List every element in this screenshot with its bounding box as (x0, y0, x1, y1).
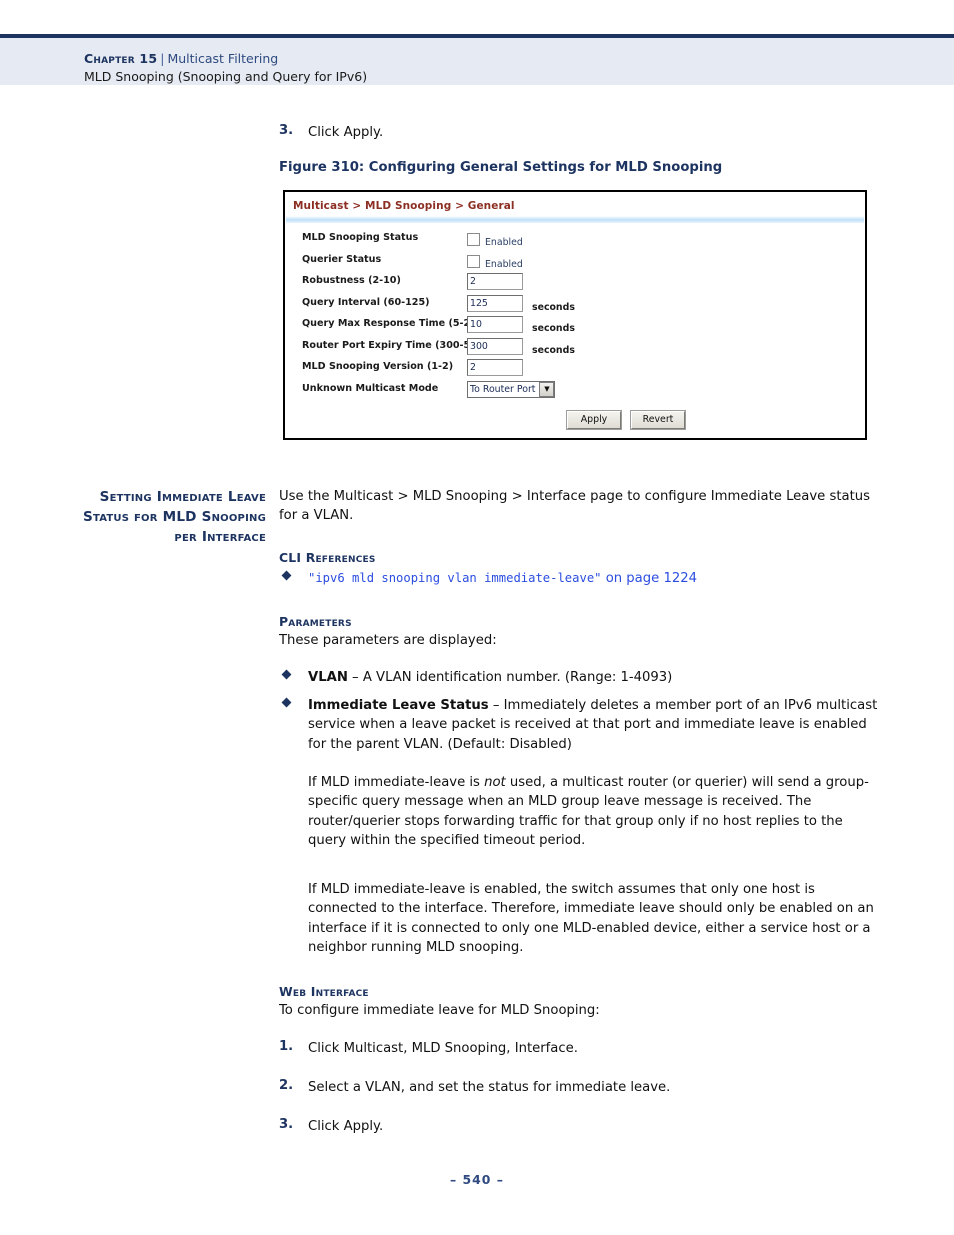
units-label: seconds (532, 301, 575, 313)
section-intro-paragraph: Use the Multicast > MLD Snooping > Inter… (279, 489, 871, 524)
field-control: 2 (467, 273, 523, 292)
panel-header-divider (286, 216, 864, 223)
field-label: Robustness (2-10) (302, 275, 401, 286)
figure-caption: Figure 310: Configuring General Settings… (279, 160, 723, 175)
step-text: Select a VLAN, and set the status for im… (308, 1080, 671, 1095)
field-control: Enabled (467, 230, 523, 249)
parameter-text: VLAN – A VLAN identification number. (Ra… (308, 668, 879, 687)
field-control: 2 (467, 359, 523, 378)
paragraph-enabled: If MLD immediate-leave is enabled, the s… (308, 882, 874, 956)
field-control: 10 seconds (467, 316, 575, 335)
field-label: Query Max Response Time (5-25) (302, 318, 482, 329)
step-number: 3. (279, 1117, 294, 1132)
section-side-heading: Setting Immediate Leave Status for MLD S… (82, 489, 266, 545)
paragraph-not-used: If MLD immediate-leave is not used, a mu… (308, 773, 878, 851)
unknown-multicast-mode-select[interactable]: To Router Port ▼ (467, 380, 556, 398)
step-number: 3. (279, 123, 294, 138)
page-footer: – 540 – (450, 1172, 504, 1187)
form-row: Query Max Response Time (5-25) 10 seconds (285, 316, 865, 338)
top-step-item: 3. Click Apply. (279, 123, 879, 142)
checkbox-label: Enabled (485, 258, 523, 270)
mld-snooping-version-input[interactable]: 2 (467, 359, 523, 376)
router-port-expiry-time-input[interactable]: 300 (467, 337, 523, 355)
diamond-bullet-icon (281, 697, 292, 708)
field-control: Enabled (467, 252, 523, 271)
units-label: seconds (532, 323, 575, 334)
revert-button[interactable]: Revert (630, 410, 686, 430)
web-interface-heading: Web Interface (279, 984, 369, 999)
field-label: Querier Status (302, 253, 382, 265)
field-control: 300 seconds (467, 337, 575, 357)
field-label: Router Port Expiry Time (300-500) (302, 339, 488, 351)
web-step-item-3: 3. Click Apply. (279, 1117, 879, 1136)
form-row: Query Interval (60-125) 125 seconds (285, 294, 865, 317)
cli-reference-link[interactable]: "ipv6 mld snooping vlan immediate-leave" (308, 571, 602, 585)
breadcrumb-separator: | (160, 51, 165, 66)
step-number: 1. (279, 1039, 294, 1054)
field-label: MLD Snooping Version (1-2) (302, 361, 454, 372)
paragraph-part-1: If MLD immediate-leave is (308, 775, 485, 790)
parameter-description: – A VLAN identification number. (Range: … (347, 670, 673, 685)
page-running-header: Chapter 15 | Multicast Filtering MLD Snoop… (0, 34, 954, 85)
apply-button[interactable]: Apply (566, 410, 622, 430)
form-row: MLD Snooping Version (1-2) 2 (285, 359, 865, 381)
parameter-text: Immediate Leave Status – Immediately del… (308, 696, 879, 754)
diamond-bullet-icon (281, 669, 292, 680)
figure-button-row: Apply Revert (285, 410, 865, 430)
emphasis-not: not (484, 775, 506, 790)
figure-screenshot: Multicast > MLD Snooping > General MLD S… (283, 190, 867, 440)
form-row: MLD Snooping Status Enabled (285, 230, 865, 252)
web-step-item-1: 1. Click Multicast, MLD Snooping, Interf… (279, 1039, 879, 1058)
form-row: Router Port Expiry Time (300-500) 300 sec… (285, 337, 865, 360)
chapter-topic: Multicast Filtering (167, 51, 279, 66)
cli-reference-item: "ipv6 mld snooping vlan immediate-leave"… (279, 569, 879, 588)
form-row: Robustness (2-10) 2 (285, 273, 865, 295)
parameter-item-vlan: VLAN – A VLAN identification number. (Ra… (279, 668, 879, 687)
step-number: 2. (279, 1078, 294, 1093)
page-subtitle: MLD Snooping (Snooping and Query for IPv… (84, 69, 368, 84)
diamond-bullet-icon (281, 570, 292, 581)
checkbox-label: Enabled (485, 237, 523, 248)
web-step-item-2: 2. Select a VLAN, and set the status for… (279, 1078, 879, 1097)
settings-form: MLD Snooping Status Enabled Querier Stat… (285, 230, 865, 402)
field-control: To Router Port ▼ (467, 380, 556, 400)
breadcrumb: Chapter 15 | Multicast Filtering (84, 48, 278, 67)
step-text: Click Apply. (308, 1119, 384, 1134)
parameter-item-immediate-leave-status: Immediate Leave Status – Immediately del… (279, 696, 879, 754)
step-text: Click Apply. (308, 125, 384, 140)
form-row: Unknown Multicast Mode To Router Port ▼ (285, 380, 865, 403)
parameter-term: Immediate Leave Status (308, 698, 489, 713)
mld-snooping-status-checkbox[interactable] (467, 233, 480, 246)
querier-status-checkbox[interactable] (467, 254, 480, 268)
parameter-term: VLAN (308, 670, 348, 685)
query-max-response-time-input[interactable]: 10 (467, 316, 523, 333)
parameters-intro: These parameters are displayed: (279, 633, 497, 648)
select-value: To Router Port (470, 383, 536, 395)
cli-references-heading: CLI References (279, 550, 376, 565)
form-row: Querier Status Enabled (285, 252, 865, 274)
field-label: Query Interval (60-125) (302, 296, 430, 308)
web-interface-intro: To configure immediate leave for MLD Sno… (279, 1003, 600, 1018)
field-label: Unknown Multicast Mode (302, 382, 439, 394)
field-label: MLD Snooping Status (302, 232, 419, 243)
field-control: 125 seconds (467, 294, 575, 314)
parameters-heading: Parameters (279, 614, 352, 629)
chapter-label: Chapter 15 (84, 51, 158, 66)
panel-breadcrumb-title: Multicast > MLD Snooping > General (293, 200, 515, 212)
cli-reference-text: "ipv6 mld snooping vlan immediate-leave"… (308, 569, 879, 588)
chevron-down-icon[interactable]: ▼ (539, 381, 555, 397)
query-interval-input[interactable]: 125 (467, 294, 523, 312)
cli-reference-page: on page 1224 (601, 571, 697, 586)
step-text: Click Multicast, MLD Snooping, Interface… (308, 1041, 578, 1056)
robustness-input[interactable]: 2 (467, 273, 523, 290)
units-label: seconds (532, 344, 575, 356)
